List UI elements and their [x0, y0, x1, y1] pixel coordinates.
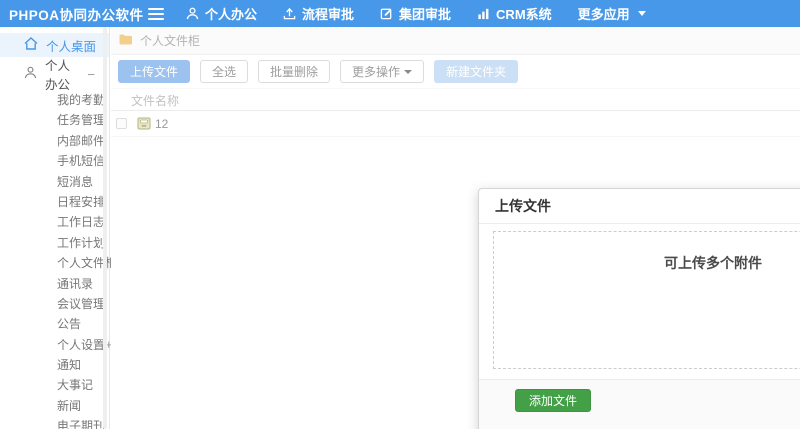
dropzone-hint: 可上传多个附件: [664, 255, 762, 271]
nav-personal-office[interactable]: 个人办公: [186, 4, 257, 23]
sidebar-scrollbar[interactable]: [103, 27, 107, 429]
topbar: PHPOA协同办公软件 个人办公 流程审批 集团审批 CRM系统 更多应用: [0, 0, 800, 27]
row-checkbox[interactable]: [116, 118, 127, 129]
toolbar: 上传文件 全选 批量删除 更多操作 新建文件夹: [111, 55, 800, 89]
nav-workflow-approval[interactable]: 流程审批: [283, 4, 354, 23]
sidebar-item-work-log[interactable]: 工作日志: [0, 212, 109, 232]
modal-body: 可上传多个附件: [479, 224, 800, 379]
sidebar-item-sms[interactable]: 手机短信: [0, 151, 109, 171]
nav-crm-system[interactable]: CRM系统: [477, 4, 552, 23]
new-folder-button[interactable]: 新建文件夹: [434, 60, 519, 83]
sidebar-item-personal-settings[interactable]: 个人设置 +: [0, 335, 113, 355]
sidebar-submenu: 我的考勤 任务管理 内部邮件 手机短信 短消息 日程安排 工作日志 工作计划 个…: [0, 90, 117, 429]
user-icon: [24, 66, 37, 82]
edit-icon: [380, 7, 393, 20]
upload-icon: [283, 7, 296, 20]
sidebar-item-file-cabinet[interactable]: 个人文件柜: [0, 253, 117, 273]
collapse-icon[interactable]: −: [87, 67, 95, 82]
upload-dropzone[interactable]: 可上传多个附件: [493, 231, 800, 369]
select-all-button[interactable]: 全选: [200, 60, 249, 83]
menu-toggle-icon[interactable]: [148, 0, 168, 27]
sidebar-item-short-message[interactable]: 短消息: [0, 172, 109, 192]
batch-delete-button[interactable]: 批量删除: [258, 60, 331, 83]
caret-down-icon: [637, 11, 646, 16]
more-actions-button[interactable]: 更多操作: [340, 60, 425, 83]
sidebar-item-desktop[interactable]: 个人桌面: [0, 33, 109, 57]
upload-file-button[interactable]: 上传文件: [118, 60, 191, 83]
file-name-column-header: 文件名称: [131, 94, 180, 108]
sidebar-item-internal-mail[interactable]: 内部邮件: [0, 131, 109, 151]
table-header: 文件名称: [111, 91, 800, 111]
sidebar-item-memorabilia[interactable]: 大事记: [0, 375, 109, 395]
sidebar-item-meetings[interactable]: 会议管理: [0, 294, 109, 314]
sidebar-item-contacts[interactable]: 通讯录: [0, 274, 109, 294]
modal-title: 上传文件: [479, 189, 800, 224]
upload-modal: 上传文件 可上传多个附件 添加文件: [478, 188, 800, 429]
sidebar: 个人桌面 个人办公 − 我的考勤 任务管理 内部邮件 手机短信 短消息 日程安排…: [0, 27, 117, 429]
modal-footer: 添加文件: [479, 379, 800, 429]
sidebar-item-schedule[interactable]: 日程安排: [0, 192, 109, 212]
user-icon: [186, 7, 199, 20]
file-name[interactable]: 12: [155, 117, 168, 131]
sidebar-item-attendance[interactable]: 我的考勤: [0, 90, 109, 110]
bar-chart-icon: [477, 7, 490, 20]
sidebar-item-e-journal[interactable]: 电子期刊: [0, 416, 109, 429]
sidebar-item-notifications[interactable]: 通知: [0, 355, 109, 375]
table-row[interactable]: 12: [111, 111, 800, 137]
file-cabinet-icon: [137, 117, 151, 130]
sidebar-group-personal-office[interactable]: 个人办公 −: [0, 59, 109, 92]
sidebar-item-work-plan[interactable]: 工作计划: [0, 233, 109, 253]
nav-more-apps[interactable]: 更多应用: [578, 4, 646, 23]
nav-group-approval[interactable]: 集团审批: [380, 4, 451, 23]
home-icon: [24, 37, 38, 53]
breadcrumb: 个人文件柜: [111, 27, 800, 55]
top-navigation: 个人办公 流程审批 集团审批 CRM系统 更多应用: [186, 4, 646, 23]
caret-down-icon: [404, 69, 413, 74]
sidebar-item-tasks[interactable]: 任务管理: [0, 110, 109, 130]
sidebar-item-news[interactable]: 新闻: [0, 396, 109, 416]
sidebar-item-announcements[interactable]: 公告: [0, 314, 109, 334]
add-file-button[interactable]: 添加文件: [515, 389, 592, 412]
folder-icon: [119, 34, 133, 48]
app-logo: PHPOA协同办公软件: [9, 7, 144, 23]
page-title: 个人文件柜: [140, 34, 201, 48]
